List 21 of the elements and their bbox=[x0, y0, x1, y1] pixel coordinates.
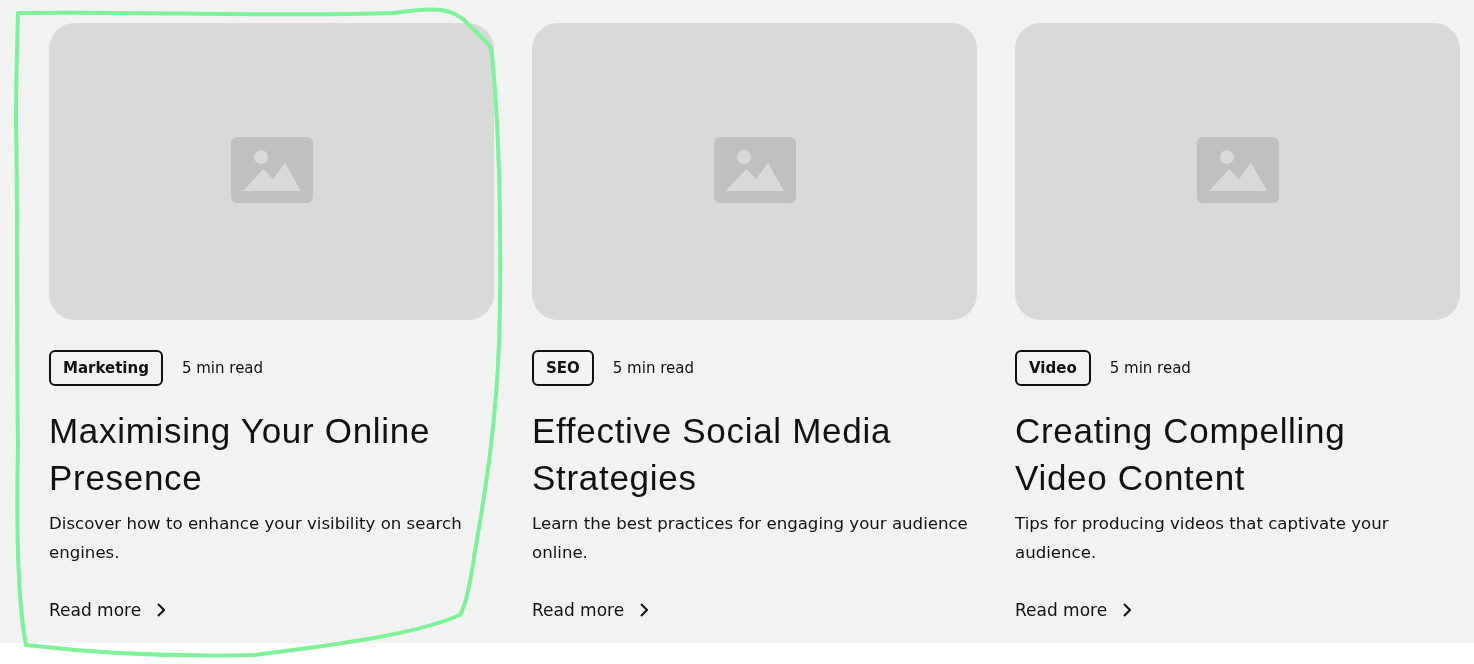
category-tag: Marketing bbox=[49, 350, 163, 386]
card-description: Learn the best practices for engaging your audience online. bbox=[532, 513, 969, 564]
image-icon bbox=[230, 136, 313, 203]
category-tag: Video bbox=[1015, 350, 1091, 386]
read-more-link[interactable]: Read more bbox=[532, 600, 649, 620]
read-time: 5 min read bbox=[1109, 359, 1191, 377]
chevron-right-icon bbox=[1123, 603, 1132, 617]
read-time: 5 min read bbox=[181, 359, 264, 377]
card-title: Effective Social Media Strategies bbox=[532, 410, 893, 499]
card-description: Discover how to enhance your visibility on search engines. bbox=[49, 513, 463, 564]
chevron-right-icon bbox=[157, 603, 166, 617]
card-title: Creating Compelling Video Content bbox=[1015, 410, 1347, 499]
image-icon bbox=[1196, 136, 1279, 203]
chevron-right-icon bbox=[640, 603, 649, 617]
read-time: 5 min read bbox=[612, 359, 694, 377]
category-tag: SEO bbox=[532, 350, 594, 386]
card-title: Maximising Your Online Presence bbox=[49, 410, 432, 499]
card-description: Tips for producing videos that captivate your audience. bbox=[1015, 513, 1390, 564]
image-icon bbox=[713, 136, 796, 203]
read-more-link[interactable]: Read more bbox=[1015, 600, 1132, 620]
read-more-link[interactable]: Read more bbox=[49, 600, 166, 620]
